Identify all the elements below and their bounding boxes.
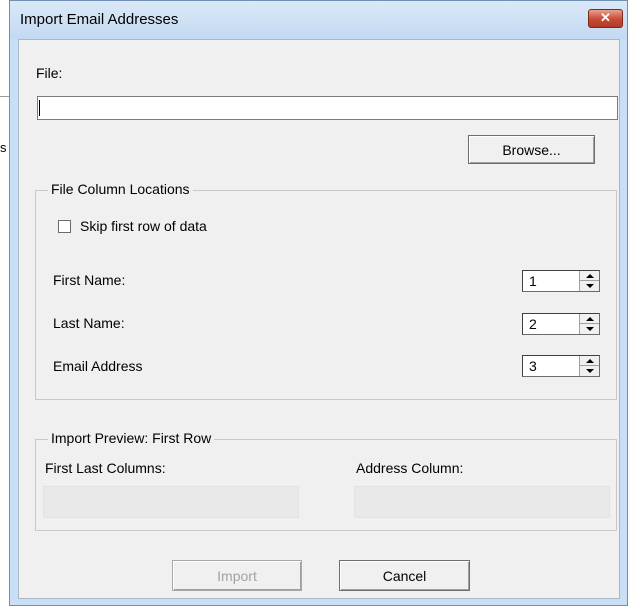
last-name-value[interactable]: 2 <box>529 316 537 332</box>
first-name-decrement-button[interactable] <box>580 281 599 291</box>
cancel-button[interactable]: Cancel <box>339 560 470 591</box>
import-email-dialog: Import Email Addresses ✕ File: Browse...… <box>9 0 628 606</box>
browse-button[interactable]: Browse... <box>468 135 595 164</box>
last-name-spinner[interactable]: 2 <box>522 313 600 335</box>
file-column-locations-title: File Column Locations <box>48 181 193 197</box>
last-name-decrement-button[interactable] <box>580 324 599 334</box>
arrow-up-icon <box>586 359 594 363</box>
file-label: File: <box>36 65 63 81</box>
import-button[interactable]: Import <box>172 560 302 591</box>
arrow-up-icon <box>586 274 594 278</box>
last-name-spin-buttons <box>579 314 599 334</box>
email-address-spinner[interactable]: 3 <box>522 355 600 377</box>
email-address-value[interactable]: 3 <box>529 358 537 374</box>
first-name-spin-buttons <box>579 271 599 291</box>
first-last-columns-preview <box>43 486 299 518</box>
import-preview-group: Import Preview: First Row First Last Col… <box>35 430 617 531</box>
close-icon: ✕ <box>600 10 611 25</box>
arrow-down-icon <box>586 284 594 288</box>
dialog-title: Import Email Addresses <box>20 11 179 28</box>
arrow-up-icon <box>586 317 594 321</box>
address-column-preview <box>354 486 610 518</box>
first-name-spinner[interactable]: 1 <box>522 270 600 292</box>
first-name-label: First Name: <box>53 272 126 288</box>
email-address-increment-button[interactable] <box>580 356 599 366</box>
text-caret <box>39 100 40 116</box>
last-name-increment-button[interactable] <box>580 314 599 324</box>
first-last-columns-label: First Last Columns: <box>45 460 166 476</box>
file-column-locations-group: File Column Locations Skip first row of … <box>35 181 617 400</box>
first-name-value[interactable]: 1 <box>529 273 537 289</box>
last-name-label: Last Name: <box>53 315 125 331</box>
close-button[interactable]: ✕ <box>588 9 623 28</box>
skip-first-row-checkbox[interactable] <box>58 220 71 233</box>
import-preview-title: Import Preview: First Row <box>48 430 215 446</box>
email-address-label: Email Address <box>53 358 143 374</box>
dialog-body: File: Browse... File Column Locations Sk… <box>18 39 620 599</box>
first-name-increment-button[interactable] <box>580 271 599 281</box>
file-path-input[interactable] <box>37 96 618 120</box>
arrow-down-icon <box>586 369 594 373</box>
title-bar[interactable]: Import Email Addresses ✕ <box>10 1 627 39</box>
arrow-down-icon <box>586 327 594 331</box>
skip-first-row-label: Skip first row of data <box>80 218 207 234</box>
background-text-fragment: s <box>0 140 7 155</box>
email-address-decrement-button[interactable] <box>580 366 599 376</box>
address-column-label: Address Column: <box>356 460 464 476</box>
email-address-spin-buttons <box>579 356 599 376</box>
